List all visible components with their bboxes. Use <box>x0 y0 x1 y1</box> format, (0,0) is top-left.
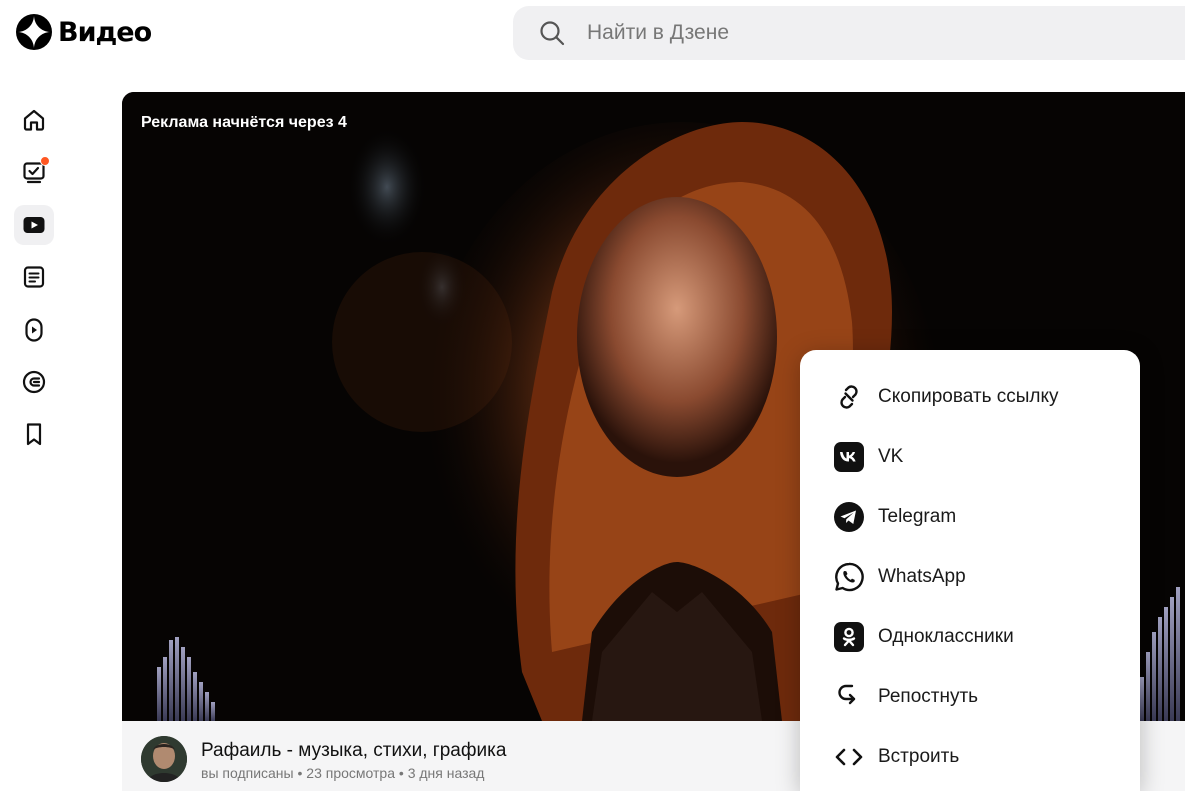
logo[interactable]: Видео <box>16 14 152 50</box>
publish-age: 3 дня назад <box>407 765 485 781</box>
telegram-icon <box>833 501 865 533</box>
share-embed-label: Встроить <box>878 746 960 767</box>
share-repost-label: Репостнуть <box>878 686 979 707</box>
search-icon[interactable] <box>539 20 565 46</box>
odnoklassniki-icon <box>833 621 865 653</box>
link-icon <box>833 381 865 413</box>
channels-icon <box>22 370 46 394</box>
avatar[interactable] <box>141 736 187 782</box>
share-whatsapp-label: WhatsApp <box>878 566 966 587</box>
share-embed[interactable]: Встроить <box>800 727 1140 787</box>
sidebar-item-shorts[interactable] <box>14 310 54 350</box>
sidebar <box>14 100 54 467</box>
share-vk-label: VK <box>878 446 904 467</box>
share-telegram[interactable]: Telegram <box>800 487 1140 547</box>
vk-icon <box>833 441 865 473</box>
sidebar-item-video[interactable] <box>14 204 54 245</box>
search-bar[interactable] <box>513 6 1185 60</box>
sidebar-item-subscriptions[interactable] <box>14 152 54 192</box>
home-icon <box>23 109 45 131</box>
share-menu: Скопировать ссылку VK Telegram WhatsApp <box>800 350 1140 791</box>
articles-icon <box>23 266 45 288</box>
video-icon <box>23 216 45 233</box>
whatsapp-icon <box>833 561 865 593</box>
subscription-status: вы подписаны <box>201 765 294 781</box>
logo-text: Видео <box>58 16 152 48</box>
search-input[interactable] <box>587 21 1087 45</box>
share-copy-link-label: Скопировать ссылку <box>878 386 1059 407</box>
share-odnoklassniki[interactable]: Одноклассники <box>800 607 1140 667</box>
avatar-image <box>141 736 187 782</box>
share-telegram-label: Telegram <box>878 506 957 527</box>
channel-meta: вы подписаны • 23 просмотра • 3 дня наза… <box>201 765 484 781</box>
sidebar-item-articles[interactable] <box>14 257 54 297</box>
repost-icon <box>833 681 865 713</box>
meta-separator: • <box>395 765 408 781</box>
sidebar-item-channels[interactable] <box>14 362 54 402</box>
notification-badge <box>40 156 50 167</box>
embed-icon <box>833 741 865 773</box>
share-odnoklassniki-label: Одноклассники <box>878 626 1014 647</box>
share-repost[interactable]: Репостнуть <box>800 667 1140 727</box>
view-count: 23 просмотра <box>306 765 395 781</box>
sidebar-item-bookmarks[interactable] <box>14 414 54 454</box>
dzen-star-icon <box>16 14 52 50</box>
ad-countdown-label: Реклама начнётся через 4 <box>141 114 347 131</box>
shorts-icon <box>25 317 43 342</box>
sidebar-item-home[interactable] <box>14 100 54 140</box>
share-vk[interactable]: VK <box>800 427 1140 487</box>
channel-name[interactable]: Рафаиль - музыка, стихи, графика <box>201 740 506 762</box>
share-copy-link[interactable]: Скопировать ссылку <box>800 367 1140 427</box>
meta-separator: • <box>293 765 307 781</box>
share-whatsapp[interactable]: WhatsApp <box>800 547 1140 607</box>
bookmark-icon <box>26 423 42 446</box>
